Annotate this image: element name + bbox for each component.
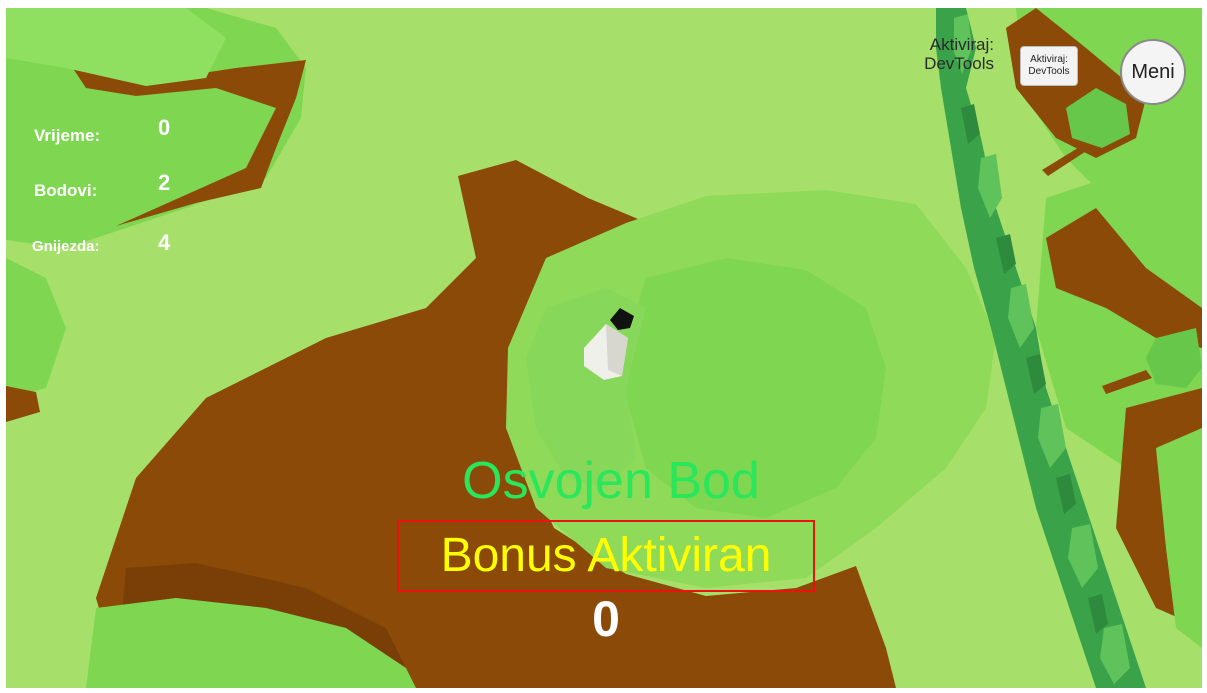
bonus-message: Bonus Aktiviran [440, 529, 772, 582]
bonus-counter: 0 [592, 591, 620, 647]
devtools-hint-line1: Aktiviraj: [929, 35, 994, 54]
menu-button[interactable]: Meni [1120, 39, 1186, 105]
devtools-hint: Aktiviraj: DevTools [894, 35, 994, 73]
devtools-button[interactable]: Aktiviraj: DevTools [1020, 46, 1078, 86]
point-won-message: Osvojen Bod [462, 452, 760, 510]
devtools-hint-line2: DevTools [924, 54, 994, 73]
menu-button-label: Meni [1131, 60, 1175, 83]
points-value: 2 [158, 170, 171, 195]
points-label: Bodovi: [34, 181, 98, 200]
nests-value: 4 [158, 230, 171, 255]
devtools-button-line2: DevTools [1028, 66, 1070, 77]
time-label: Vrijeme: [34, 126, 101, 145]
time-value: 0 [158, 115, 171, 140]
devtools-button-line1: Aktiviraj: [1030, 54, 1068, 65]
nests-label: Gnijezda: [32, 238, 100, 255]
game-viewport: Vrijeme: 0 Bodovi: 2 Gnijezda: 4 Aktivir… [6, 8, 1202, 688]
